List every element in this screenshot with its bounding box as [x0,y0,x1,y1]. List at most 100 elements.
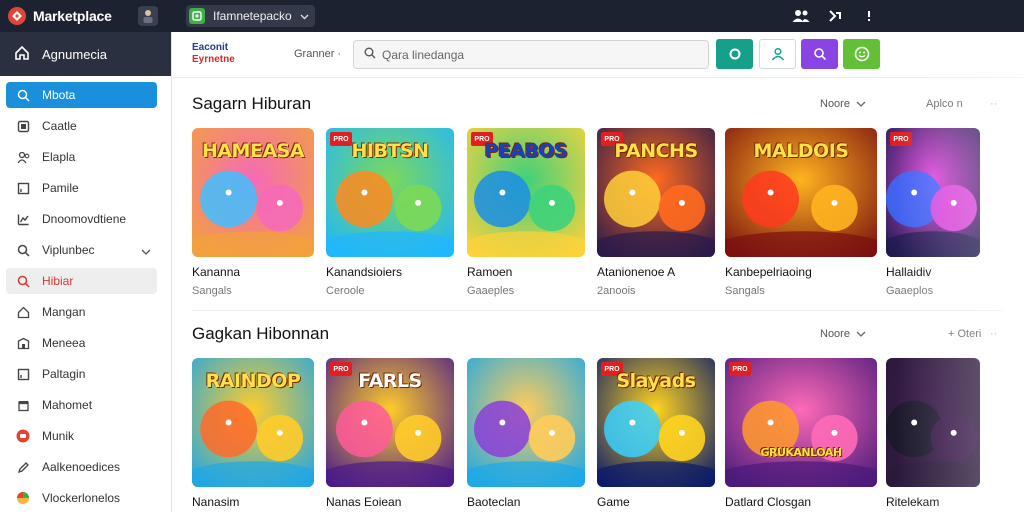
game-thumbnail[interactable]: RAINDOP [192,358,314,487]
game-art-image [886,128,980,257]
store-icon [16,398,30,412]
game-thumbnail[interactable] [467,358,585,487]
game-thumbnail[interactable] [886,358,980,487]
share-icon[interactable] [826,7,844,25]
home-icon [16,305,30,319]
sidebar-item-meneea[interactable]: Meneea [6,330,157,356]
section-1: Sagarn Hiburan Noore Aplco n ·· HAMEASA K… [172,78,1024,310]
more-icon[interactable] [860,7,878,25]
game-title[interactable]: Kananna [192,265,314,279]
section-2: Gagkan Hibonnan Noore + Oteri ·· RAINDOP… [172,310,1024,512]
caret-icon: · [337,48,342,60]
sidebar-item-vlockerlonelos[interactable]: Vlockerlonelos [6,485,157,511]
game-card[interactable]: MALDOIS Kanbepelriaoing Sangals [725,128,877,297]
game-card[interactable]: PRO Hallaidiv Gaaeplos [886,128,980,297]
game-thumbnail[interactable]: PRO HIBTSN [326,128,454,257]
users-icon[interactable] [792,7,810,25]
sidebar-home[interactable]: Agnumecia [0,32,171,76]
game-card[interactable]: PROGRUKANLOAHDatlard ClosganSangals [725,358,877,512]
search-icon [16,88,30,102]
game-art-image [467,358,585,487]
game-title[interactable]: Game [597,495,715,509]
section-side-more[interactable]: ·· [990,98,997,110]
sidebar-item-mangan[interactable]: Mangan [6,299,157,325]
app-switcher[interactable]: Ifamnetepacko [186,5,315,27]
palette-icon [16,491,30,505]
game-title[interactable]: Atanionenoe A [597,265,715,279]
game-card[interactable]: PROSlayadsGameGameplos [597,358,715,512]
game-card[interactable]: RitelekamSangals [886,358,980,512]
sidebar-item-viplunbec[interactable]: Viplunbec [6,237,157,263]
game-thumbnail[interactable]: HAMEASA [192,128,314,257]
game-title[interactable]: Hallaidiv [886,265,980,279]
sidebar-item-pamile[interactable]: Pamile [6,175,157,201]
see-more-link[interactable]: Noore [820,98,866,110]
game-category: Sangals [192,285,232,297]
sidebar-item-aalkenoedices[interactable]: Aalkenoedices [6,454,157,480]
search-input[interactable] [382,47,682,62]
game-card[interactable]: RAINDOPNanasimSangals [192,358,314,512]
sidebar-item-mbota[interactable]: Mbota [6,82,157,108]
game-card[interactable]: PRO HIBTSN Kanandsioiers Ceroole [326,128,454,297]
game-thumbnail[interactable]: PRO GRUKANLOAH [725,358,877,487]
game-thumbnail[interactable]: PRO FARLS [326,358,454,487]
game-card[interactable]: PRO PANCHS Atanionenoe A 2anoois [597,128,715,297]
section-title: Gagkan Hibonnan [192,324,330,343]
profile-button[interactable] [759,39,796,69]
game-art-image [886,358,980,487]
sidebar-item-label: Mangan [42,305,86,319]
game-thumbnail[interactable]: PRO Slayads [597,358,715,487]
game-thumbnail[interactable]: PRO PEABOS [467,128,585,257]
section-side-label[interactable]: + Oteri [948,328,981,340]
sidebar-item-hibiar[interactable]: Hibiar [6,268,157,294]
sidebar-item-mahomet[interactable]: Mahomet [6,392,157,418]
search-box[interactable] [353,40,709,69]
game-thumbnail[interactable]: PRO PANCHS [597,128,715,257]
game-logo-text: FARLS [358,370,422,392]
app-icon [189,8,205,24]
game-category: Gaaeples [467,285,515,297]
game-thumbnail[interactable]: PRO [886,128,980,257]
sidebar-item-label: Munik [42,429,75,443]
category-filter[interactable]: Granner · [294,48,341,60]
brand: Marketplace [0,0,172,32]
game-title[interactable]: Nanas Eoiean [326,495,454,509]
see-more-link[interactable]: Noore [820,328,866,340]
sidebar-item-caatle[interactable]: Caatle [6,113,157,139]
refresh-button[interactable] [716,39,753,69]
game-title[interactable]: Kanbepelriaoing [725,265,877,279]
game-card[interactable]: HAMEASA Kananna Sangals [192,128,314,297]
edit-icon [16,460,30,474]
sidebar-item-dnoomovdtiene[interactable]: Dnoomovdtiene [6,206,157,232]
sidebar-home-label: Agnumecia [42,46,108,62]
brand-logo-icon[interactable] [8,7,26,25]
store-logo[interactable]: Eaconit Eyrnetne [192,42,256,68]
chevron-down-icon [856,331,866,337]
game-title[interactable]: Kanandsioiers [326,265,454,279]
sidebar-item-label: Elapla [42,150,76,164]
sidebar-item-munik[interactable]: Munik [6,423,157,449]
sidebar-item-paltagin[interactable]: Paltagin [6,361,157,387]
game-title[interactable]: Ramoen [467,265,585,279]
game-card[interactable]: PRO PEABOS Ramoen Gaaeples [467,128,585,297]
game-thumbnail[interactable]: MALDOIS [725,128,877,257]
sidebar-item-label: Dnoomovdtiene [42,212,127,226]
user-avatar-icon[interactable] [138,6,158,26]
section-side-label[interactable]: Aplco n [926,98,963,110]
emoji-button[interactable] [843,39,880,69]
game-title[interactable]: Datlard Closgan [725,495,877,509]
game-title[interactable]: Baoteclan [467,495,585,509]
search-button[interactable] [801,39,838,69]
sidebar-item-elapla[interactable]: Elapla [6,144,157,170]
game-title[interactable]: Ritelekam [886,495,980,509]
chevron-down-icon [300,7,309,25]
chevron-down-icon [856,101,866,107]
home-icon [14,45,30,64]
game-card[interactable]: PROFARLSNanas EoieanSangals [326,358,454,512]
section-side-more[interactable]: ·· [990,328,997,340]
game-title[interactable]: Nanasim [192,495,314,509]
game-card[interactable]: BaoteclanGaaeplos [467,358,585,512]
content-header: Eaconit Eyrnetne Granner · [172,32,1024,78]
sidebar-item-label: Hibiar [42,274,74,288]
marketplace-app: Marketplace Ifamnetepacko Agnumecia Mbot… [0,0,1024,512]
